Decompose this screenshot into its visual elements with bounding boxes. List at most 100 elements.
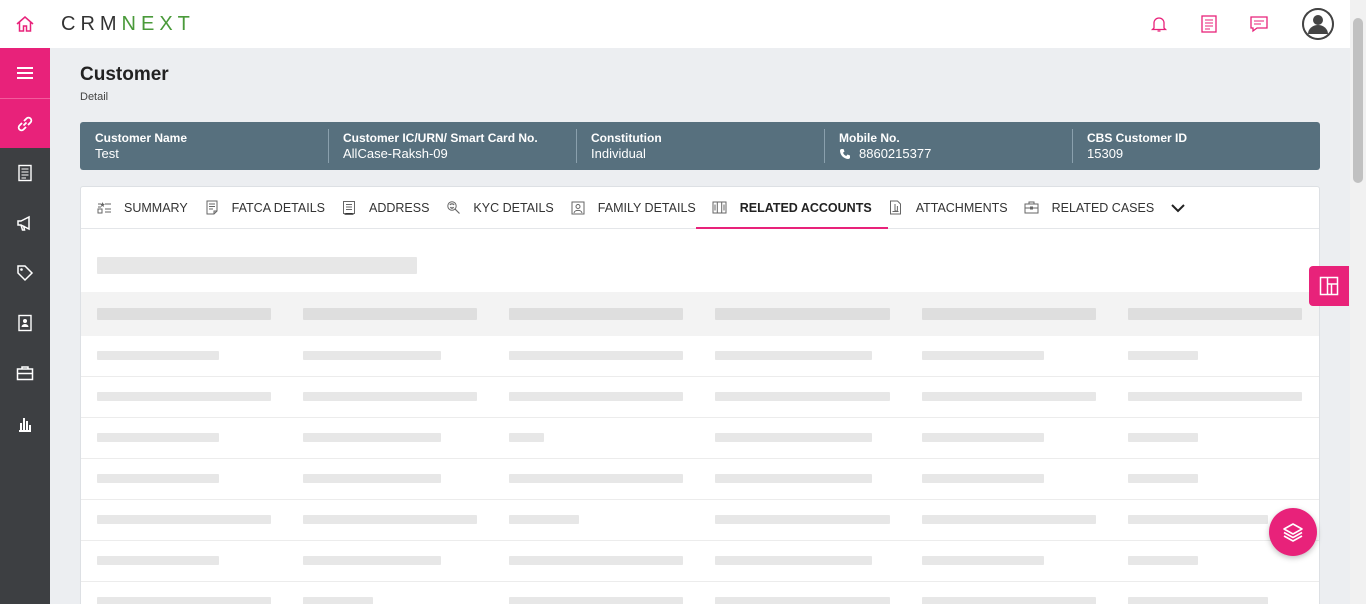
summary-icon [96,200,112,216]
tab-label: ATTACHMENTS [915,200,1008,215]
layers-icon [1283,523,1303,542]
address-icon [341,200,357,216]
page-title: Customer [80,64,169,85]
home-icon [16,16,34,32]
banner-value: Test [95,146,119,161]
banner-constitution: Constitution Individual [576,122,824,170]
skeleton-cell [1128,474,1198,483]
phone-icon [840,149,850,159]
skeleton-cell [303,351,441,360]
layout-icon [1319,276,1339,296]
skeleton-cell [509,556,683,565]
detail-card: SUMMARY FATCA DETAILS ADDRESS KYC DETAIL… [80,186,1320,604]
logo-crm: CRM [61,12,122,35]
skeleton-cell [1128,433,1198,442]
sidebar-item-tags[interactable] [0,248,50,298]
family-icon [570,200,586,216]
chat-button[interactable] [1248,13,1270,35]
skeleton-cell [509,433,544,442]
skeleton-cell [715,392,890,401]
top-bar: CRMNEXT [0,0,1350,48]
sidebar-item-documents[interactable] [0,148,50,198]
banner-value: Individual [591,146,646,161]
banner-value: 15309 [1087,146,1124,161]
skeleton-header-cell [1128,308,1302,320]
tab-label: RELATED ACCOUNTS [739,200,872,215]
tab-related-cases[interactable]: RELATED CASES [1024,187,1171,228]
skeleton-cell [97,433,219,442]
skeleton-cell [715,474,872,483]
skeleton-header-cell [715,308,890,320]
row-divider [81,499,1319,500]
notes-button[interactable] [1198,13,1220,35]
accounts-icon [712,200,728,216]
bell-icon [1150,17,1168,32]
skeleton-cell [97,597,271,604]
layout-panel-button[interactable] [1309,266,1349,306]
sidebar-item-menu[interactable] [0,48,50,98]
skeleton-cell [509,515,579,524]
chevron-down-icon [1171,203,1185,212]
skeleton-cell [922,474,1044,483]
tab-label: SUMMARY [124,200,188,215]
tab-kyc-details[interactable]: KYC DETAILS [445,187,569,228]
skeleton-cell [97,515,271,524]
skeleton-cell [922,556,1044,565]
link-icon [17,116,33,131]
skeleton-header-row [81,292,1319,336]
row-divider [81,458,1319,459]
banner-label: Constitution [591,131,662,145]
banner-label: Customer IC/URN/ Smart Card No. [343,131,538,145]
skeleton-cell [303,392,477,401]
menu-icon [17,67,33,79]
skeleton-cell [1128,392,1302,401]
row-divider [81,376,1319,377]
banner-label: Mobile No. [839,131,900,145]
sidebar-item-cases[interactable] [0,348,50,398]
layers-fab-button[interactable] [1269,508,1317,556]
skeleton-cell [97,392,271,401]
vertical-scrollbar[interactable] [1350,0,1366,604]
banner-cbs-id: CBS Customer ID 15309 [1072,122,1320,170]
banner-value: AllCase-Raksh-09 [343,146,448,161]
skeleton-cell [509,351,683,360]
skeleton-cell [97,351,219,360]
briefcase-icon [16,366,34,381]
tab-label: RELATED CASES [1051,200,1155,215]
skeleton-header-cell [303,308,477,320]
sidebar-item-contacts[interactable] [0,298,50,348]
user-avatar[interactable] [1302,8,1334,40]
notifications-button[interactable] [1148,13,1170,35]
skeleton-title [97,257,417,274]
sidebar-item-reports[interactable] [0,398,50,448]
kyc-icon [445,200,461,216]
tab-related-accounts[interactable]: RELATED ACCOUNTS [695,187,888,229]
tab-family-details[interactable]: FAMILY DETAILS [570,187,712,228]
banner-label: CBS Customer ID [1087,131,1188,145]
chat-icon [1250,16,1268,33]
megaphone-icon [17,215,30,231]
user-icon [1302,8,1334,40]
sidebar-item-link[interactable] [0,98,50,148]
tab-address[interactable]: ADDRESS [341,187,445,228]
skeleton-cell [509,474,683,483]
tab-fatca-details[interactable]: FATCA DETAILS [204,187,341,228]
tab-summary[interactable]: SUMMARY [96,187,204,228]
banner-mobile: Mobile No. 8860215377 [824,122,1072,170]
skeleton-header-cell [922,308,1096,320]
tab-label: KYC DETAILS [473,200,554,215]
more-tabs-button[interactable] [1170,187,1186,228]
row-divider [81,540,1319,541]
skeleton-cell [303,556,441,565]
skeleton-cell [97,474,219,483]
fatca-icon [204,200,220,216]
home-button[interactable] [0,0,50,48]
customer-info-banner: Customer Name Test Customer IC/URN/ Smar… [80,122,1320,170]
sidebar-item-campaigns[interactable] [0,198,50,248]
skeleton-header-cell [509,308,683,320]
skeleton-cell [303,515,477,524]
tab-label: FAMILY DETAILS [597,200,696,215]
banner-customer-ic: Customer IC/URN/ Smart Card No. AllCase-… [328,122,576,170]
scrollbar-thumb[interactable] [1353,18,1363,183]
tab-attachments[interactable]: ATTACHMENTS [888,187,1024,228]
